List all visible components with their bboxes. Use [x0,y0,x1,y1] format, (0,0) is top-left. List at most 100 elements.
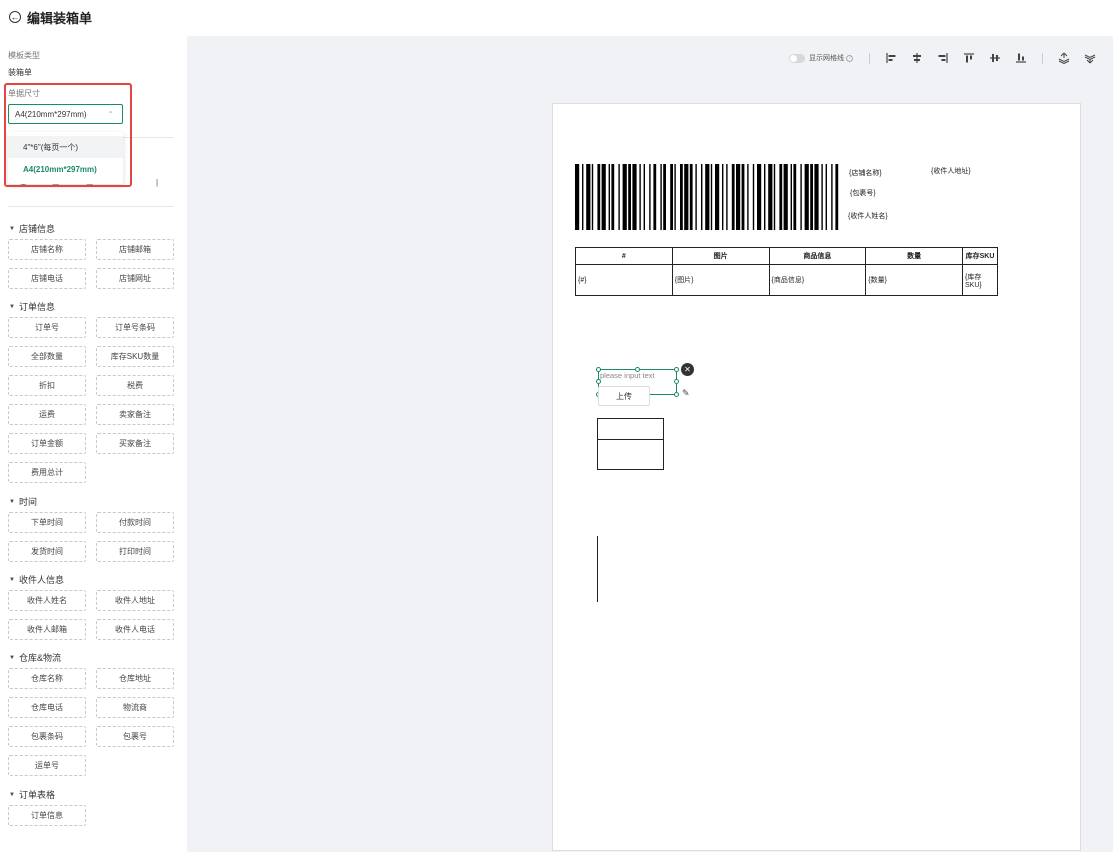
field-chip[interactable]: 订单号 [8,317,86,338]
vertical-line-element[interactable] [597,536,598,602]
paper-size-selected: A4(210mm*297mm) [15,109,87,119]
barcode-bar [835,164,839,230]
field-chip[interactable]: 仓库地址 [96,668,174,689]
align-top-icon[interactable] [960,50,978,66]
barcode-bar [764,164,766,230]
layer-down-icon[interactable] [1081,50,1099,66]
rectangle-element[interactable] [597,418,664,470]
field-chip[interactable]: 全部数量 [8,346,86,367]
barcode-bar [689,164,693,230]
field-chip[interactable]: 费用总计 [8,462,86,483]
field-chip[interactable]: 税费 [96,375,174,396]
align-center-h-icon[interactable] [908,50,926,66]
barcode-image[interactable] [575,164,839,230]
field-chip[interactable]: 包裹号 [96,726,174,747]
placeholder-receiver-address[interactable]: {收件人地址} [931,166,971,176]
barcode-bar [793,164,797,230]
edit-icon[interactable]: ✎ [682,388,690,399]
table-cell: {#} [575,264,673,296]
field-chip[interactable]: 仓库名称 [8,668,86,689]
barcode-bar [821,164,823,230]
align-right-icon[interactable] [934,50,952,66]
field-chip[interactable]: 收件人邮箱 [8,619,86,640]
grid-toggle[interactable] [789,53,805,63]
chevron-up-icon: ⌃ [107,110,114,119]
group-title[interactable]: ▼ 仓库&物流 [9,651,61,664]
toolbar: 显示网格线 ? [789,50,1103,66]
placeholder-package-no[interactable]: {包裹号} [850,188,876,198]
group-title[interactable]: ▼ 店铺信息 [9,222,55,235]
paper-size-label: 单据尺寸 [8,89,40,98]
field-chip[interactable]: 运单号 [8,755,86,776]
group-title[interactable]: ▼ 时间 [9,495,37,508]
barcode-bar [639,164,641,230]
barcode-bar [757,164,762,230]
field-chip[interactable]: 订单号条码 [96,317,174,338]
field-chip[interactable]: 物流商 [96,697,174,718]
caret-down-icon: ▼ [9,654,15,661]
field-chip[interactable]: 付款时间 [96,512,174,533]
placeholder-receiver-name[interactable]: {收件人姓名} [848,211,888,221]
close-icon[interactable]: ✕ [681,363,694,376]
resize-handle[interactable] [596,367,601,372]
template-type-label: 模板类型 [8,51,40,60]
group-title-label: 店铺信息 [18,224,55,234]
field-chip[interactable]: 折扣 [8,375,86,396]
field-chip[interactable]: 买家备注 [96,433,174,454]
items-table[interactable]: # 图片 商品信息 数量 库存SKU {#} {图片} {商品信息} {数量} … [575,247,998,296]
paper-size-option-a4[interactable]: A4(210mm*297mm) [8,158,123,180]
field-chip[interactable]: 收件人姓名 [8,590,86,611]
field-chip[interactable]: 仓库电话 [8,697,86,718]
field-chip[interactable]: 店铺邮箱 [96,239,174,260]
layer-up-icon[interactable] [1055,50,1073,66]
barcode-bar [684,164,689,230]
group-title-label: 仓库&物流 [18,653,61,663]
resize-handle[interactable] [674,379,679,384]
upload-button[interactable]: 上传 [598,386,650,406]
resize-handle[interactable] [635,367,640,372]
align-middle-v-icon[interactable] [986,50,1004,66]
field-chip[interactable]: 订单金额 [8,433,86,454]
tool-icon-d[interactable]: | [156,178,158,187]
arrow-left-icon[interactable]: ← [9,11,21,23]
text-element-placeholder: please input text [600,371,655,380]
resize-handle[interactable] [674,392,679,397]
field-chip[interactable]: 打印时间 [96,541,174,562]
barcode-bar [628,164,631,230]
table-cell: {库存SKU} [962,264,998,296]
group-title[interactable]: ▼ 收件人信息 [9,573,64,586]
resize-handle[interactable] [596,379,601,384]
barcode-bar [608,164,610,230]
paper-size-select[interactable]: A4(210mm*297mm) ⌃ [8,104,123,124]
group-title[interactable]: ▼ 订单表格 [9,788,55,801]
field-chip[interactable]: 收件人地址 [96,590,174,611]
placeholder-shop-name[interactable]: {店铺名称} [849,168,882,178]
barcode-bar [715,164,720,230]
field-chip[interactable]: 收件人电话 [96,619,174,640]
barcode-bar [752,164,755,230]
field-chip[interactable]: 店铺名称 [8,239,86,260]
help-icon[interactable]: ? [846,54,853,62]
field-chip[interactable]: 店铺网址 [96,268,174,289]
field-chip[interactable]: 包裹条码 [8,726,86,747]
barcode-bar [632,164,637,230]
resize-handle[interactable] [674,367,679,372]
table-header-image: 图片 [671,247,770,265]
paper-size-option-4x6[interactable]: 4"*6"(每页一个) [8,136,123,158]
field-chip[interactable]: 下单时间 [8,512,86,533]
field-chip[interactable]: 发货时间 [8,541,86,562]
field-chip[interactable]: 店铺电话 [8,268,86,289]
group-title[interactable]: ▼ 订单信息 [9,300,55,313]
field-chip[interactable]: 库存SKU数量 [96,346,174,367]
caret-down-icon: ▼ [9,225,15,232]
field-chip[interactable]: 订单信息 [8,805,86,826]
page-header: ← 编辑装箱单 [0,0,1113,34]
align-left-icon[interactable] [882,50,900,66]
barcode-bar [831,164,833,230]
caret-down-icon: ▼ [9,791,15,798]
paper-canvas[interactable]: {店铺名称} {收件人地址} {包裹号} {收件人姓名} # 图片 商品信息 数… [552,103,1081,851]
field-chip[interactable]: 运费 [8,404,86,425]
group-title-label: 订单信息 [18,302,55,312]
field-chip[interactable]: 卖家备注 [96,404,174,425]
align-bottom-icon[interactable] [1012,50,1030,66]
